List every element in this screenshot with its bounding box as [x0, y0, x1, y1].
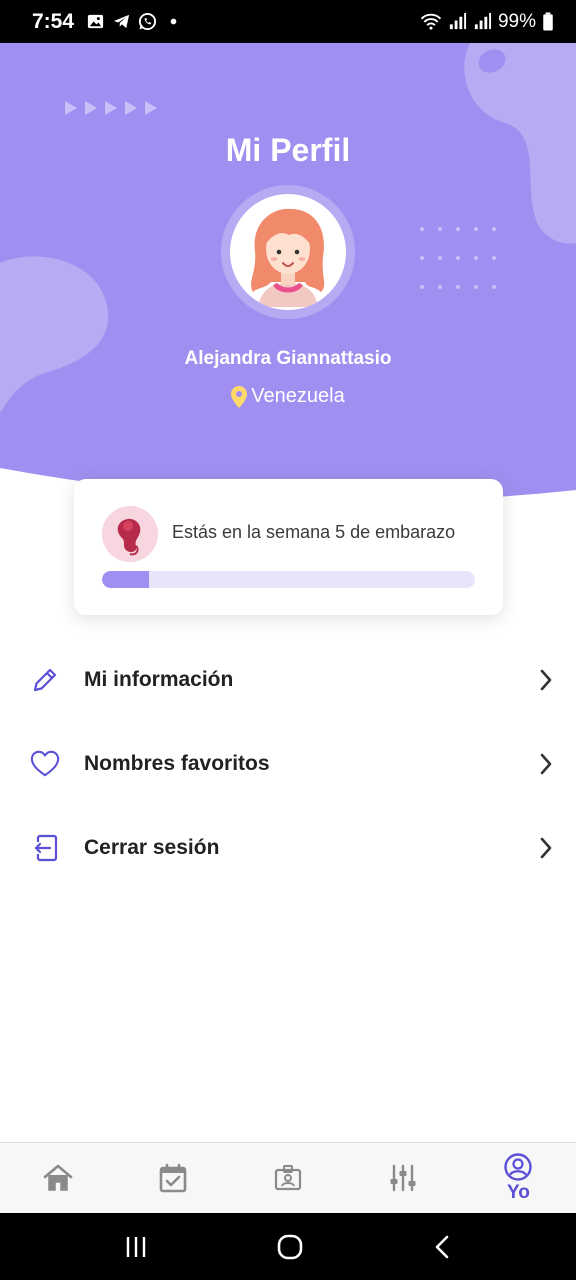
chevron-right-icon	[540, 753, 552, 775]
signal-icon	[474, 12, 492, 30]
location-pin-icon	[231, 385, 248, 408]
signal-icon	[449, 12, 467, 30]
pregnancy-week-text: Estás en la semana 5 de embarazo	[172, 522, 456, 542]
menu-item-cerrar-sesion[interactable]: Cerrar sesión	[0, 806, 576, 890]
image-icon	[87, 14, 104, 29]
status-time: 7:54	[32, 9, 75, 33]
telegram-icon	[113, 14, 130, 29]
chevron-right-icon	[540, 837, 552, 859]
battery-icon	[543, 12, 553, 31]
pencil-icon	[30, 665, 60, 695]
heart-icon	[30, 749, 60, 779]
home-icon	[43, 1164, 72, 1191]
battery-percent: 99%	[497, 10, 536, 32]
recents-icon[interactable]	[124, 1235, 148, 1259]
status-bar: 7:54 99%	[0, 0, 576, 43]
sliders-icon	[390, 1164, 416, 1192]
profile-header: Mi Perfil Alejandra Giannattasio Venezue…	[0, 43, 576, 503]
home-circle-icon[interactable]	[276, 1233, 304, 1261]
pregnancy-progress-card: Estás en la semana 5 de embarazo	[74, 479, 503, 615]
menu-item-label: Nombres favoritos	[84, 752, 270, 775]
pregnancy-progress-fill	[102, 571, 149, 588]
profile-menu: Mi información Nombres favoritos Cerrar …	[0, 638, 576, 890]
embryo-icon	[102, 506, 158, 562]
logout-icon	[30, 833, 60, 863]
avatar-illustration	[251, 208, 325, 307]
chevron-right-icon	[540, 669, 552, 691]
location-text: Venezuela	[251, 385, 345, 407]
calendar-check-icon	[159, 1163, 187, 1193]
bottom-nav: Yo	[0, 1142, 576, 1213]
system-nav-bar	[0, 1213, 576, 1280]
nav-settings[interactable]	[346, 1143, 461, 1213]
menu-item-label: Cerrar sesión	[84, 836, 220, 859]
nav-calendar[interactable]	[115, 1143, 230, 1213]
menu-item-mi-informacion[interactable]: Mi información	[0, 638, 576, 722]
wifi-icon	[420, 13, 442, 30]
dot-icon	[170, 18, 177, 25]
menu-item-nombres-favoritos[interactable]: Nombres favoritos	[0, 722, 576, 806]
whatsapp-icon	[138, 12, 157, 31]
page-title: Mi Perfil	[225, 132, 351, 168]
pregnancy-progress-bar	[102, 571, 475, 588]
profile-icon	[504, 1153, 533, 1181]
back-icon[interactable]	[432, 1234, 452, 1260]
user-name: Alejandra Giannattasio	[184, 348, 392, 369]
nav-profile-label: Yo	[506, 1182, 530, 1203]
nav-id-card[interactable]	[230, 1143, 345, 1213]
nav-home[interactable]	[0, 1143, 115, 1213]
menu-item-label: Mi información	[84, 668, 234, 691]
id-badge-icon	[274, 1165, 302, 1191]
avatar[interactable]	[221, 185, 355, 319]
nav-profile[interactable]: Yo	[461, 1143, 576, 1213]
user-location: Venezuela	[0, 385, 576, 408]
